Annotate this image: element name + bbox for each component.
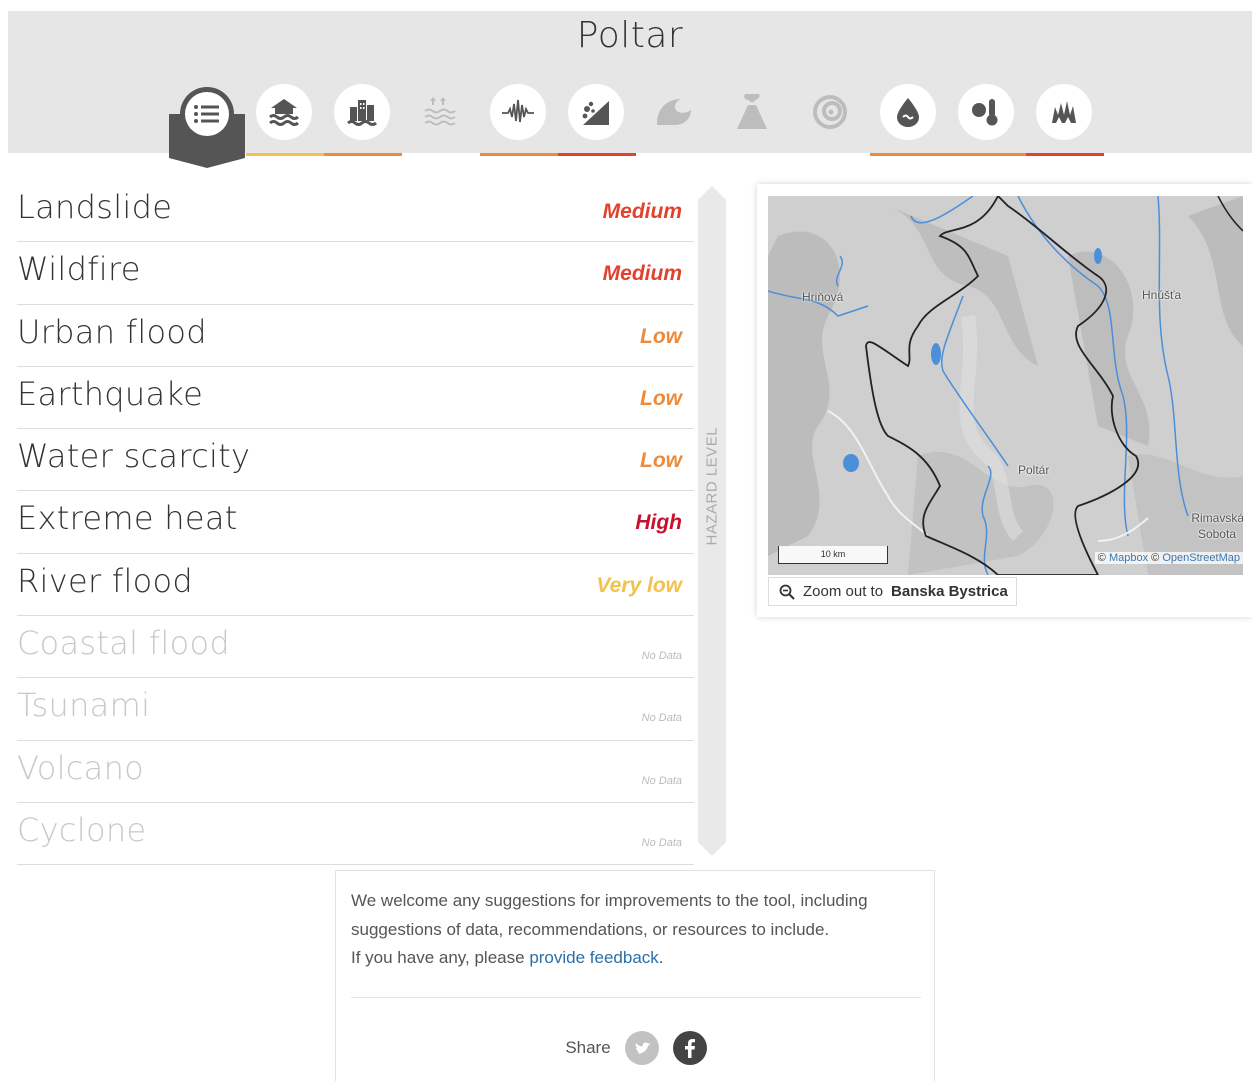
zoom-out-button[interactable]: Zoom out to Banska Bystrica xyxy=(768,577,1017,606)
zoom-out-icon xyxy=(779,584,795,600)
feedback-line: suggestions of data, recommendations, or… xyxy=(351,919,830,939)
feedback-line: We welcome any suggestions for improveme… xyxy=(351,891,868,910)
earthquake-icon[interactable] xyxy=(490,84,546,140)
list-icon xyxy=(187,99,227,129)
hazard-row-cyclone[interactable]: Cyclone No Data xyxy=(17,803,694,866)
coastal-flood-icon[interactable] xyxy=(412,84,468,140)
feedback-prefix: If you have any, please xyxy=(351,948,525,967)
map-attribution: © Mapbox © OpenStreetMap xyxy=(1094,552,1243,564)
facebook-share-button[interactable] xyxy=(672,1031,707,1065)
hazard-row-volcano[interactable]: Volcano No Data xyxy=(17,741,694,803)
wildfire-level-bar xyxy=(1026,153,1104,156)
hazard-row-extreme-heat[interactable]: Extreme heat High xyxy=(17,491,694,554)
hazard-level: Low xyxy=(640,324,682,348)
hazard-list: Landslide Medium Wildfire Medium Urban flood… xyxy=(17,180,694,866)
hazard-row-river-flood[interactable]: River flood Very low xyxy=(17,554,694,617)
hazard-name: Tsunami xyxy=(17,686,151,725)
share-row: Share xyxy=(336,1031,936,1065)
map-scale-bar: 10 km xyxy=(778,546,888,564)
page-title: Poltar xyxy=(576,15,684,56)
cyclone-icon[interactable] xyxy=(802,84,858,140)
water-scarcity-icon[interactable] xyxy=(880,84,936,140)
hazard-level: Low xyxy=(640,386,682,410)
tsunami-icon[interactable] xyxy=(646,84,702,140)
hazard-level: No Data xyxy=(641,650,682,663)
map-label-sobota: Sobota xyxy=(1197,527,1236,541)
attribution-copy: © xyxy=(1097,552,1106,564)
volcano-icon[interactable] xyxy=(724,84,780,140)
hazard-row-tsunami[interactable]: Tsunami No Data xyxy=(17,678,694,741)
map-label-hrinova: Hriňová xyxy=(802,290,844,304)
divider xyxy=(351,997,921,998)
hazard-name: River flood xyxy=(17,561,194,600)
hazard-level-label: HAZARD LEVEL xyxy=(704,427,721,546)
hazard-level: Low xyxy=(640,449,682,473)
water-scarcity-level-bar xyxy=(870,153,948,156)
hazard-row-urban-flood[interactable]: Urban flood Low xyxy=(17,305,694,367)
wildfire-icon[interactable] xyxy=(1036,84,1092,140)
attribution-copy: © xyxy=(1151,552,1160,564)
hazard-name: Cyclone xyxy=(17,810,147,849)
twitter-share-button[interactable] xyxy=(624,1031,659,1065)
hazard-name: Volcano xyxy=(17,748,145,787)
earthquake-level-bar xyxy=(480,153,558,156)
map[interactable]: Hriňová Hnúšťa Poltár Rimavská Sobota 10… xyxy=(768,196,1243,575)
extreme-heat-level-bar xyxy=(948,153,1026,156)
hazard-level: Medium xyxy=(602,262,682,286)
hazard-name: Landslide xyxy=(17,188,173,226)
urban-flood-icon[interactable] xyxy=(334,84,390,140)
hazard-level: No Data xyxy=(641,774,682,787)
feedback-suffix: . xyxy=(658,948,664,967)
openstreetmap-link[interactable]: OpenStreetMap xyxy=(1162,552,1240,564)
twitter-icon xyxy=(633,1042,650,1054)
hazard-level: High xyxy=(635,511,682,535)
share-label: Share xyxy=(565,1038,611,1057)
extreme-heat-icon[interactable] xyxy=(958,84,1014,140)
feedback-text: We welcome any suggestions for improveme… xyxy=(351,887,921,973)
hazard-row-wildfire[interactable]: Wildfire Medium xyxy=(17,242,694,305)
river-flood-level-bar xyxy=(246,153,324,156)
map-label-rimavska: Rimavská xyxy=(1191,511,1243,525)
mapbox-link[interactable]: Mapbox xyxy=(1109,552,1148,564)
hazard-name: Coastal flood xyxy=(17,624,230,663)
hazard-name: Earthquake xyxy=(17,374,204,413)
hazard-row-coastal-flood[interactable]: Coastal flood No Data xyxy=(17,616,694,679)
provide-feedback-link[interactable]: provide feedback xyxy=(529,948,658,967)
hazard-row-water-scarcity[interactable]: Water scarcity Low xyxy=(17,429,694,492)
hazard-level: Medium xyxy=(602,200,682,223)
landslide-level-bar xyxy=(558,153,636,156)
map-card: Hriňová Hnúšťa Poltár Rimavská Sobota 10… xyxy=(757,184,1252,617)
urban-flood-level-bar xyxy=(324,153,402,156)
map-label-poltar: Poltár xyxy=(1018,463,1050,477)
facebook-icon xyxy=(684,1039,695,1058)
hazard-name: Water scarcity xyxy=(17,437,251,476)
map-label-hnusta: Hnúšťa xyxy=(1142,288,1182,302)
hazard-name: Extreme heat xyxy=(17,499,238,538)
hazard-name: Wildfire xyxy=(17,250,141,289)
hazard-level: Very low xyxy=(596,573,682,597)
zoom-out-target: Banska Bystrica xyxy=(891,583,1008,600)
hazard-level: No Data xyxy=(641,836,682,849)
feedback-card: We welcome any suggestions for improveme… xyxy=(335,870,935,1081)
hazard-row-earthquake[interactable]: Earthquake Low xyxy=(17,367,694,430)
hazard-level: No Data xyxy=(641,712,682,725)
feedback-line: If you have any, please provide feedback… xyxy=(351,944,921,973)
hazard-name: Urban flood xyxy=(17,312,207,351)
zoom-out-label: Zoom out to xyxy=(803,583,884,600)
landslide-icon[interactable] xyxy=(568,84,624,140)
hazard-row-landslide[interactable]: Landslide Medium xyxy=(17,180,694,243)
river-flood-icon[interactable] xyxy=(256,84,312,140)
